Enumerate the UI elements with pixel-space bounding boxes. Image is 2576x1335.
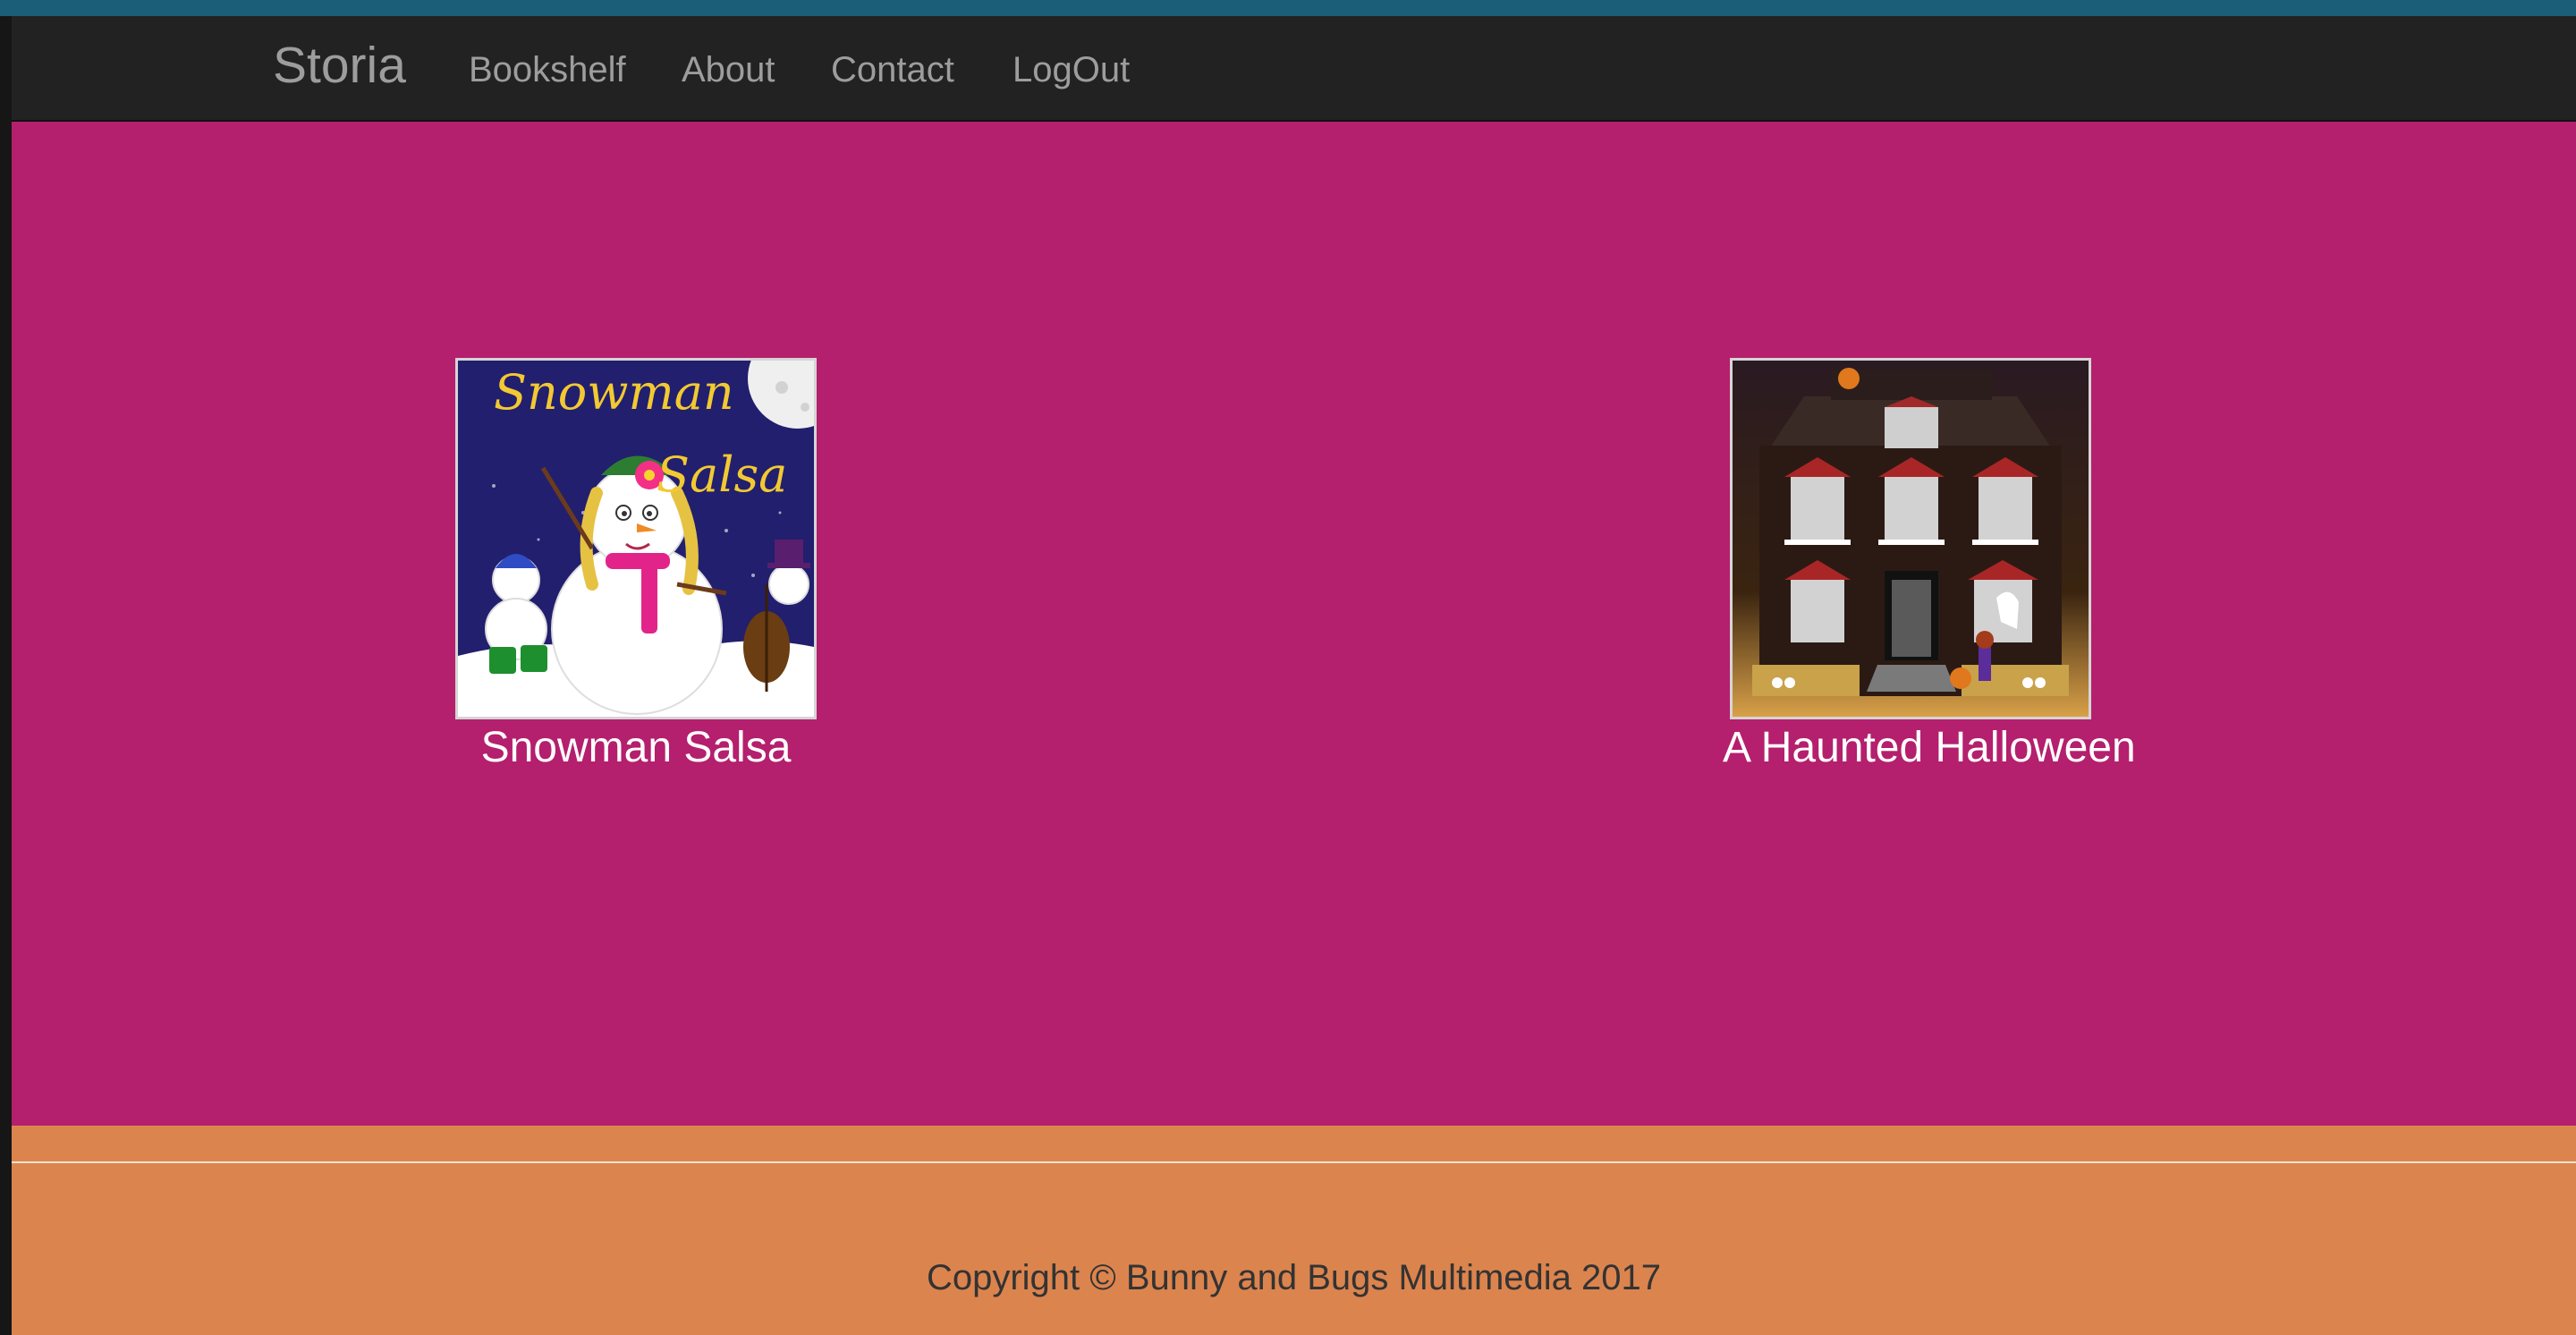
navbar: Storia Bookshelf About Contact LogOut [12, 16, 2576, 122]
copyright-text: Copyright © Bunny and Bugs Multimedia 20… [926, 1258, 1662, 1297]
book-card-snowman-salsa[interactable]: Snowman Salsa Snowman Salsa [448, 358, 824, 773]
book-cover-haunted-halloween[interactable] [1730, 358, 2091, 719]
window-left-edge [0, 16, 12, 1335]
haunted-house-cover-illustration [1733, 361, 2089, 717]
brand-link[interactable]: Storia [273, 34, 406, 97]
book-cover-snowman-salsa[interactable]: Snowman Salsa [455, 358, 817, 719]
bookshelf-area: Snowman Salsa Snowman Salsa A Haunted Ha… [12, 122, 2576, 1126]
footer: Copyright © Bunny and Bugs Multimedia 20… [12, 1126, 2576, 1335]
cover-title-snowman: Snowman [494, 368, 734, 418]
cover-subtitle-snowman: Salsa [657, 450, 787, 500]
window-top-strip [0, 0, 2576, 16]
footer-divider [12, 1161, 2576, 1163]
nav-link-about[interactable]: About [682, 48, 775, 91]
nav-link-bookshelf[interactable]: Bookshelf [469, 48, 626, 91]
book-card-haunted-halloween[interactable]: A Haunted Halloween [1723, 358, 2136, 773]
cover-title-line-1: Snowman [494, 364, 734, 421]
nav-link-logout[interactable]: LogOut [1013, 48, 1130, 91]
book-title[interactable]: Snowman Salsa [448, 723, 824, 773]
nav-link-contact[interactable]: Contact [831, 48, 954, 91]
book-title[interactable]: A Haunted Halloween [1723, 723, 2136, 773]
cover-title-line-2: Salsa [657, 446, 788, 503]
